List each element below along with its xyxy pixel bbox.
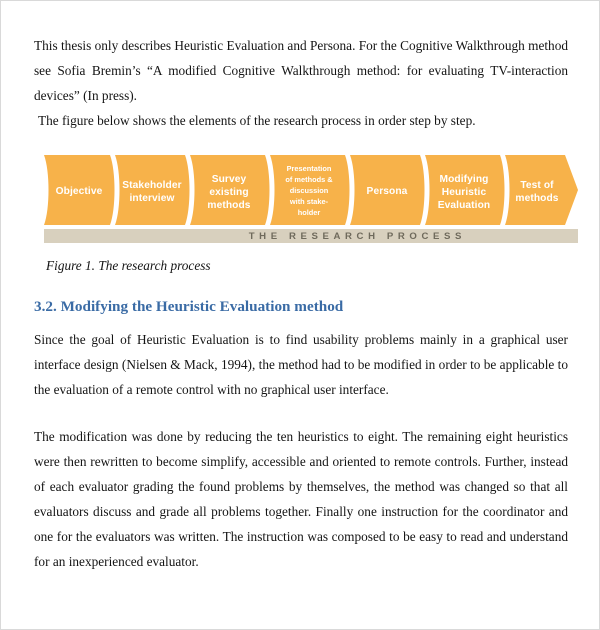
chevron-label-line: Survey	[212, 174, 247, 185]
chevron-label-persona: Persona	[367, 186, 408, 197]
chevron-label-line: Objective	[56, 186, 103, 197]
research-process-figure: Objective Stakeholder interview Survey e…	[22, 153, 578, 249]
paragraph-2: The modification was done by reducing th…	[34, 429, 568, 569]
chevron-label-line: with stake-	[289, 197, 329, 206]
banner-label: THE RESEARCH PROCESS	[249, 231, 466, 242]
document-page: This thesis only describes Heuristic Eva…	[0, 0, 600, 630]
research-process-diagram: Objective Stakeholder interview Survey e…	[44, 155, 578, 243]
chevron-label-line: methods	[207, 200, 250, 211]
chevron-label-line: Stakeholder	[122, 180, 181, 191]
intro-paragraph: This thesis only describes Heuristic Eva…	[34, 38, 568, 103]
page-content: This thesis only describes Heuristic Eva…	[34, 33, 578, 574]
chevron-label-line: methods	[515, 193, 558, 204]
chevron-label-line: interview	[129, 193, 174, 204]
chevron-label-line: of methods &	[285, 175, 333, 184]
chevron-label-line: existing	[209, 187, 248, 198]
chevron-label-objective: Objective	[56, 186, 103, 197]
chevron-label-line: discussion	[290, 186, 329, 195]
chevron-label-line: Persona	[367, 186, 408, 197]
figure-caption: Figure 1. The research process	[46, 258, 211, 273]
section-heading: 3.2. Modifying the Heuristic Evaluation …	[34, 298, 344, 315]
chevron-label-modifying-heuristic-evaluation: Modifying Heuristic Evaluation	[438, 174, 491, 211]
paragraph-1: Since the goal of Heuristic Evaluation i…	[34, 332, 568, 397]
chevron-label-line: Test of	[520, 180, 554, 191]
intro-last-line: The figure below shows the elements of t…	[38, 113, 476, 128]
chevron-label-line: holder	[298, 208, 321, 217]
chevron-label-survey-existing-methods: Survey existing methods	[207, 174, 250, 211]
chevron-label-line: Presentation	[287, 164, 332, 173]
chevron-label-line: Evaluation	[438, 200, 491, 211]
chevron-label-line: Heuristic	[442, 187, 487, 198]
chevron-label-line: Modifying	[440, 174, 489, 185]
